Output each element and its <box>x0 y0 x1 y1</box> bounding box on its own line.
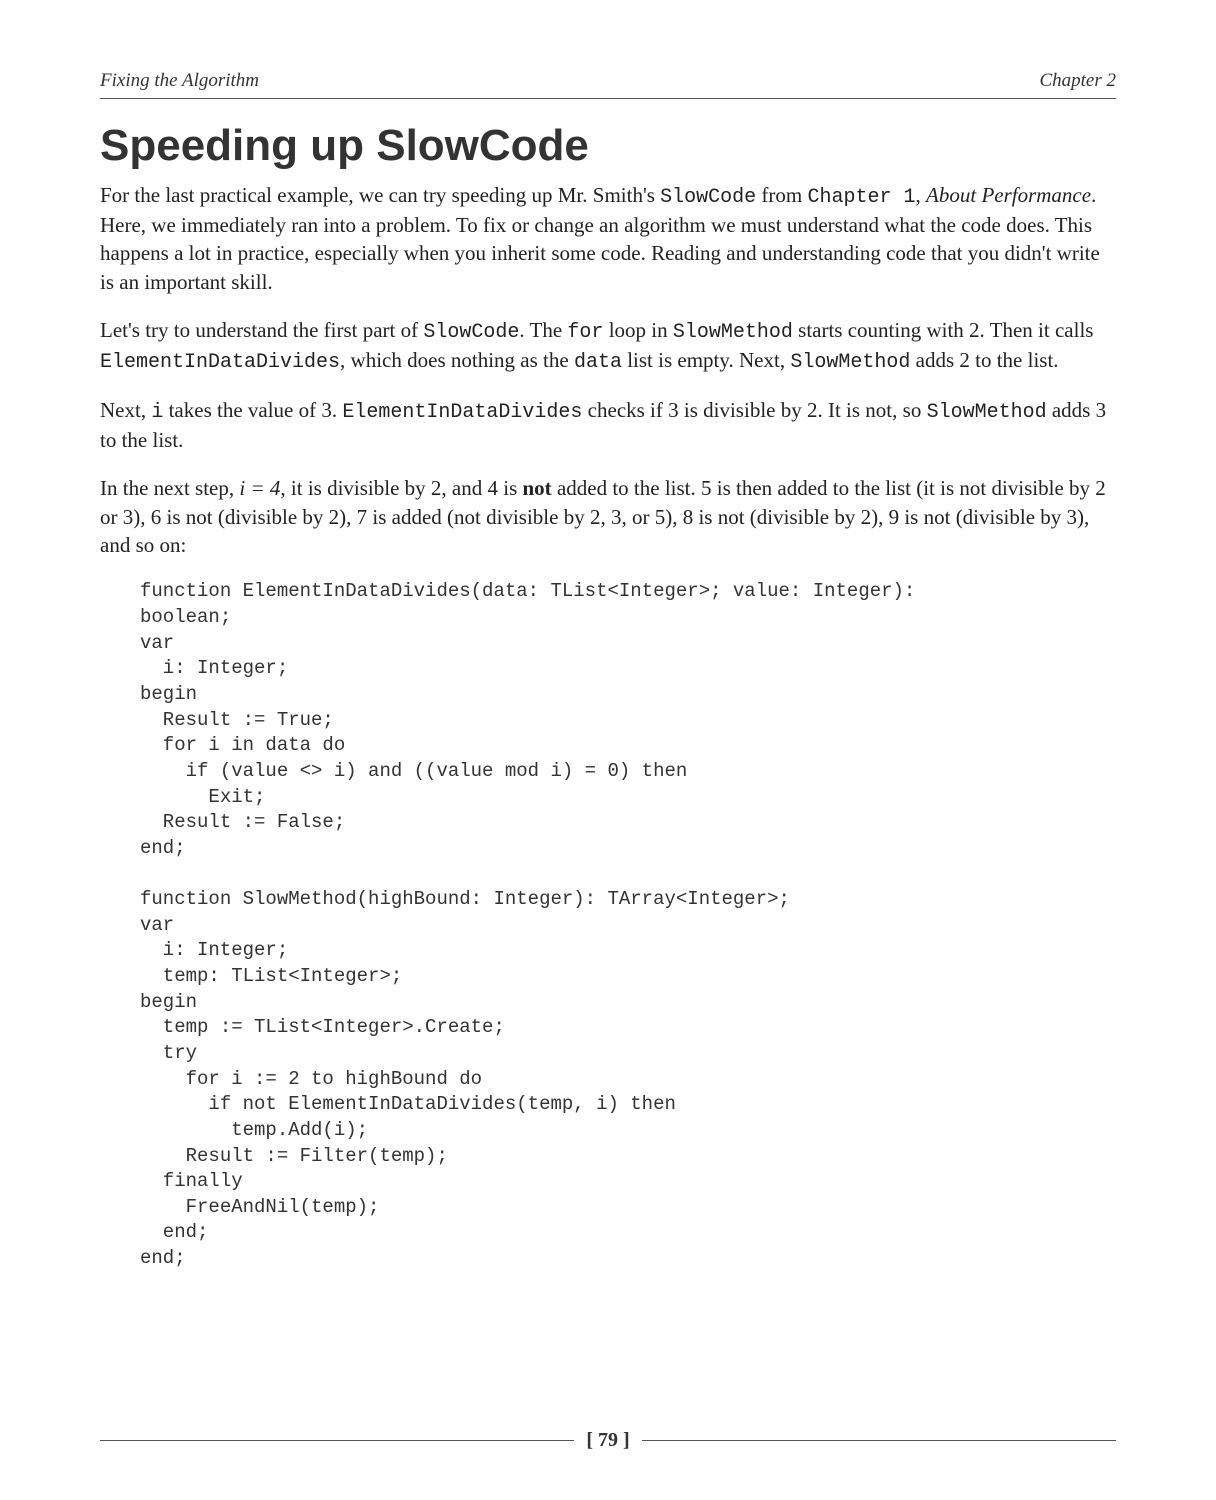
running-header: Fixing the Algorithm Chapter 2 <box>100 70 1116 99</box>
code-inline: SlowMethod <box>673 321 793 344</box>
header-left: Fixing the Algorithm <box>100 70 259 92</box>
paragraph-1: For the last practical example, we can t… <box>100 181 1116 296</box>
page-number: [ 79 ] <box>574 1429 641 1452</box>
italic-inline: i = 4 <box>239 476 280 500</box>
page: Fixing the Algorithm Chapter 2 Speeding … <box>0 0 1216 1500</box>
code-inline: data <box>574 351 622 374</box>
bold-inline: not <box>523 476 552 500</box>
code-inline: SlowCode <box>660 186 756 209</box>
code-inline: SlowMethod <box>790 351 910 374</box>
code-inline: Chapter 1 <box>808 186 916 209</box>
footer-rule-right <box>642 1440 1116 1441</box>
italic-inline: About Performance <box>926 183 1091 207</box>
section-title: Speeding up SlowCode <box>100 121 1116 171</box>
footer-rule-left <box>100 1440 574 1441</box>
code-inline: ElementInDataDivides <box>100 351 340 374</box>
code-block: function ElementInDataDivides(data: TLis… <box>140 579 1116 1271</box>
page-footer: [ 79 ] <box>100 1429 1116 1452</box>
code-inline: SlowCode <box>423 321 519 344</box>
header-right: Chapter 2 <box>1039 70 1116 92</box>
code-inline: i <box>151 401 163 424</box>
code-inline: SlowMethod <box>927 401 1047 424</box>
code-inline: for <box>567 321 603 344</box>
paragraph-3: Next, i takes the value of 3. ElementInD… <box>100 396 1116 454</box>
code-inline: ElementInDataDivides <box>342 401 582 424</box>
paragraph-4: In the next step, i = 4, it is divisible… <box>100 474 1116 559</box>
paragraph-2: Let's try to understand the first part o… <box>100 316 1116 376</box>
